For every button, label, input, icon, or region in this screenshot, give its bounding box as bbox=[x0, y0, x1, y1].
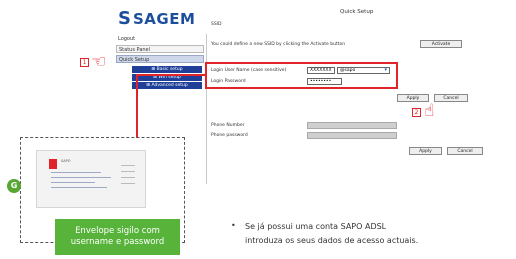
sapo-logo-icon bbox=[49, 159, 57, 169]
cancel-button-2[interactable]: Cancel bbox=[447, 147, 483, 155]
credentials-highlight-box bbox=[205, 62, 398, 89]
sidebar-subitem-basic-setup[interactable]: ⊞ Basic setup bbox=[132, 66, 202, 73]
card-dots bbox=[121, 171, 135, 172]
apply-button-2[interactable]: Apply bbox=[409, 147, 442, 155]
sidebar-subitem-advanced-setup[interactable]: ⊞ Advanced setup bbox=[132, 82, 202, 89]
envelope-note-line1: Envelope sigilo com bbox=[75, 226, 160, 236]
pointing-hand-icon: ☝ bbox=[424, 101, 435, 121]
bullet: • bbox=[231, 221, 236, 230]
step-1-badge: 1 bbox=[80, 58, 89, 67]
cancel-button[interactable]: Cancel bbox=[434, 94, 468, 102]
envelope-note: Envelope sigilo com username e password bbox=[55, 219, 180, 255]
pointing-hand-icon: ☜ bbox=[91, 52, 107, 72]
card-title: SAPO bbox=[61, 159, 71, 163]
step-2-badge: 2 bbox=[412, 108, 421, 117]
ssid-label: SSID bbox=[211, 22, 222, 27]
screenshot-stage: S SAGEM Logout Status Panel Quick Setup … bbox=[0, 0, 516, 259]
highlight-connector-line-vertical bbox=[136, 74, 138, 138]
step-g-badge: G bbox=[7, 179, 21, 193]
instruction-line-2: introduza os seus dados de acesso actuai… bbox=[245, 236, 419, 245]
card-dots bbox=[121, 183, 135, 184]
page-title: Quick Setup bbox=[340, 9, 374, 15]
sagem-logo: S SAGEM bbox=[118, 7, 200, 31]
highlight-connector-line bbox=[136, 74, 205, 76]
card-dots bbox=[121, 177, 135, 178]
card-line bbox=[51, 187, 107, 188]
card-line bbox=[51, 172, 101, 173]
phone-password-input[interactable] bbox=[307, 132, 397, 139]
sidebar-item-logout[interactable]: Logout bbox=[116, 35, 204, 43]
sidebar-item-status-panel[interactable]: Status Panel bbox=[116, 45, 204, 53]
card-dots bbox=[121, 165, 135, 166]
phone-number-label: Phone Number bbox=[211, 123, 245, 128]
sagem-s-icon: S bbox=[118, 8, 131, 29]
activate-button[interactable]: Activate bbox=[420, 40, 462, 48]
card-line bbox=[51, 177, 111, 178]
activate-description: You could define a new SSID by clicking … bbox=[211, 42, 346, 47]
instruction-line-1: Se já possui uma conta SAPO ADSL bbox=[245, 222, 387, 231]
phone-number-input[interactable] bbox=[307, 122, 397, 129]
logo-text: SAGEM bbox=[132, 10, 196, 28]
sidebar-item-quick-setup[interactable]: Quick Setup bbox=[116, 55, 204, 63]
envelope-note-line2: username e password bbox=[70, 237, 165, 247]
envelope-card-image: SAPO bbox=[36, 150, 146, 208]
phone-password-label: Phone password bbox=[211, 133, 248, 138]
card-line bbox=[51, 182, 95, 183]
